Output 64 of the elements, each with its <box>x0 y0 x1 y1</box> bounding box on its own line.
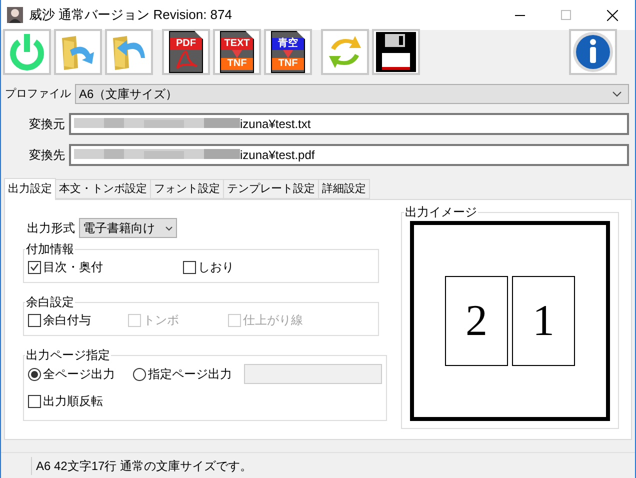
icon-label: 青空 <box>272 38 304 50</box>
group-title: 余白設定 <box>25 294 75 311</box>
window-title: 威沙 通常バージョン Revision: 874 <box>29 6 232 24</box>
acrobat-symbol-icon <box>173 50 199 70</box>
arrow-down-icon <box>232 50 242 58</box>
checkbox[interactable] <box>183 260 196 274</box>
path-text: izuna¥test.pdf <box>240 147 315 164</box>
checkbox[interactable] <box>28 394 41 408</box>
close-icon <box>606 10 618 20</box>
icon-label: TNF <box>272 58 304 70</box>
tab[interactable]: フォント設定 <box>150 179 224 199</box>
power-icon <box>7 32 47 72</box>
minimize-icon <box>515 14 525 16</box>
tab[interactable]: 出力設定 <box>4 178 56 200</box>
avatar-icon <box>7 7 23 23</box>
group-title: 出力イメージ <box>404 204 478 221</box>
profile-dropdown[interactable]: A6（文庫サイズ） <box>75 84 629 104</box>
radio-label: 指定ページ出力 <box>148 366 232 383</box>
check-icon <box>30 262 39 272</box>
chevron-down-icon <box>612 91 622 97</box>
tab[interactable]: 本文・トンボ設定 <box>55 179 151 199</box>
icon-label: PDF <box>170 38 202 50</box>
page-number: 1 <box>532 299 554 343</box>
checkbox-label: 出力順反転 <box>43 393 103 410</box>
toolbar-button[interactable]: 青空 TNF <box>264 29 312 75</box>
icon-label: TNF <box>221 58 253 70</box>
redacted-path-icon <box>74 149 240 161</box>
field-label: プロファイル <box>5 86 71 102</box>
toolbar-button[interactable] <box>569 29 617 75</box>
checkbox[interactable] <box>28 314 41 326</box>
radio-label: 全ページ出力 <box>43 366 115 383</box>
toolbar-button[interactable] <box>372 29 420 75</box>
toolbar-button[interactable]: PDF <box>162 29 210 75</box>
path-text: izuna¥test.txt <box>240 116 311 133</box>
arrow-down-icon <box>283 50 293 58</box>
radio-button[interactable] <box>28 368 41 380</box>
group-title: 出力ページ指定 <box>25 347 111 364</box>
field-label: 変換先 <box>28 147 65 164</box>
tab[interactable]: 詳細設定 <box>318 179 370 199</box>
tab[interactable]: テンプレート設定 <box>223 179 319 199</box>
checkbox-label: 目次・奥付 <box>43 259 103 276</box>
maximize-icon <box>561 10 571 20</box>
group-title: 付加情報 <box>25 241 75 258</box>
toolbar-button[interactable]: TEXT TNF <box>213 29 261 75</box>
checkbox-label: 仕上がり線 <box>243 312 303 329</box>
dropdown-value: 電子書籍向け <box>83 220 155 237</box>
path-field[interactable]: izuna¥test.pdf <box>69 144 629 166</box>
chevron-down-icon <box>165 226 173 230</box>
icon-label: TEXT <box>221 38 253 50</box>
checkbox[interactable] <box>28 260 41 274</box>
field-label: 変換元 <box>28 116 65 133</box>
page-range-field[interactable] <box>244 364 382 384</box>
checkbox-label: しおり <box>198 259 234 276</box>
field-label: 出力形式 <box>27 220 75 237</box>
status-text: A6 42文字17行 通常の文庫サイズです。 <box>31 456 252 474</box>
checkbox-label: トンボ <box>143 312 179 329</box>
info-icon <box>572 31 614 73</box>
format-dropdown[interactable]: 電子書籍向け <box>79 218 177 238</box>
checkbox-label: 余白付与 <box>43 312 91 329</box>
path-field[interactable]: izuna¥test.txt <box>69 113 629 135</box>
redacted-path-icon <box>74 118 240 130</box>
radio-button[interactable] <box>133 368 146 380</box>
page-number: 2 <box>466 299 488 343</box>
dropdown-value: A6（文庫サイズ） <box>79 86 178 103</box>
